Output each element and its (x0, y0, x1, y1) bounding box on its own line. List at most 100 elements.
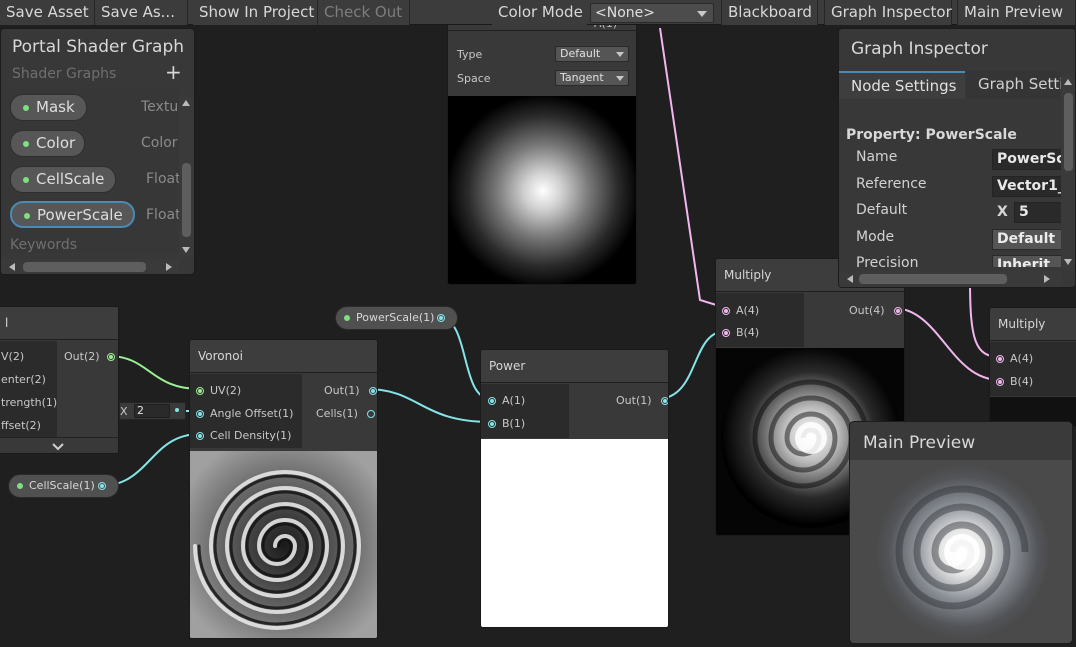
main-preview-header: Main Preview (850, 422, 1072, 460)
scroll-thumb[interactable] (182, 163, 191, 237)
left-node-expand-button[interactable] (0, 437, 118, 453)
powerscale-property-node[interactable]: PowerScale(1) (335, 306, 458, 330)
wire-left-to-voronoi-uv (107, 355, 201, 390)
angle-offset-value[interactable]: 2 (134, 404, 170, 418)
main-preview-toggle[interactable]: Main Preview (957, 0, 1076, 25)
voronoi-title: Voronoi (190, 340, 377, 373)
default-axis-label: X (997, 204, 1008, 220)
wire-multiply-to-multiply2 (892, 307, 1001, 381)
scroll-right-icon[interactable] (1044, 275, 1050, 283)
port-dot-icon[interactable] (894, 307, 903, 315)
port-dot-icon[interactable] (437, 314, 445, 322)
scroll-up-icon[interactable] (182, 100, 190, 106)
precision-dropdown[interactable]: Inherit (992, 255, 1061, 267)
property-color[interactable]: Color (10, 130, 85, 157)
cellscale-property-node[interactable]: CellScale(1) (8, 474, 119, 498)
reference-field[interactable]: Vector1_ (992, 176, 1061, 197)
power-preview (481, 439, 668, 627)
type-label: Type (457, 48, 483, 61)
exposed-dot-icon (23, 140, 29, 147)
multiply-2-input-a-label: A(4) (1010, 352, 1034, 365)
scroll-down-icon[interactable] (182, 247, 190, 253)
name-field[interactable]: PowerSc (992, 149, 1061, 170)
scroll-left-icon[interactable] (9, 263, 15, 271)
space-label: Space (457, 72, 491, 85)
angle-offset-inline-input[interactable]: X 2 (119, 402, 186, 420)
port-dot-icon[interactable] (369, 387, 377, 395)
tiling-offset-node[interactable]: l V(2) enter(2) trength(1) ffset(2) Out(… (0, 306, 119, 454)
chevron-down-icon (51, 443, 64, 451)
scroll-thumb[interactable] (859, 274, 1007, 284)
port-dot-icon[interactable] (722, 329, 730, 337)
scroll-left-icon[interactable] (847, 275, 853, 283)
space-dropdown[interactable]: Tangent (555, 70, 629, 86)
voronoi-output-cells-label: Cells(1) (316, 407, 358, 420)
port-dot-icon[interactable] (196, 387, 204, 395)
inspector-horizontal-scrollbar[interactable] (839, 271, 1061, 287)
color-mode-label: Color Mode (492, 0, 587, 25)
plus-icon[interactable]: + (165, 60, 182, 84)
port-dot-icon[interactable] (661, 397, 668, 405)
default-value-field[interactable]: 5 (1014, 202, 1061, 223)
property-cellscale[interactable]: CellScale (10, 166, 116, 193)
normal-texture-node[interactable]: A(1) Type Default Space Tangent (447, 0, 637, 285)
port-dot-icon[interactable] (107, 353, 116, 361)
shader-graph-window: Save Asset Save As... Show In Project Ch… (0, 0, 1076, 647)
blackboard-horizontal-scrollbar[interactable] (1, 259, 179, 274)
port-dot-icon[interactable] (488, 420, 496, 428)
voronoi-input-density: Cell Density(1) (196, 429, 291, 443)
port-dot-icon[interactable] (196, 410, 204, 418)
property-powerscale[interactable]: PowerScale (10, 201, 135, 228)
power-input-a: A(1) (488, 394, 525, 408)
power-output: Out(1) (616, 394, 668, 408)
scroll-right-icon[interactable] (166, 263, 172, 271)
property-mask[interactable]: Mask (10, 94, 87, 121)
tab-graph-settings[interactable]: Graph Setti (966, 71, 1061, 99)
scroll-thumb[interactable] (1064, 93, 1073, 171)
multiply-2-input-b-label: B(4) (1010, 375, 1034, 388)
name-label: Name (856, 149, 898, 165)
reference-label: Reference (856, 176, 927, 192)
voronoi-input-angle-label: Angle Offset(1) (210, 407, 294, 420)
scroll-down-icon[interactable] (1064, 259, 1072, 265)
port-dot-icon[interactable] (98, 482, 106, 490)
save-as-button[interactable]: Save As... (95, 0, 188, 25)
check-out-button[interactable]: Check Out (318, 0, 410, 25)
blackboard-subtitle: Shader Graphs (12, 66, 117, 82)
port-dot-icon[interactable] (196, 432, 204, 440)
multiply-2-input-a: A(4) (996, 352, 1033, 366)
scroll-thumb[interactable] (23, 262, 146, 272)
graph-inspector-toggle[interactable]: Graph Inspector (824, 0, 952, 25)
show-in-project-button[interactable]: Show In Project (193, 0, 318, 25)
main-preview-viewport[interactable] (850, 460, 1072, 643)
type-dropdown[interactable]: Default (555, 46, 629, 62)
color-mode-dropdown[interactable]: <None> (590, 3, 714, 23)
tab-node-settings[interactable]: Node Settings (839, 71, 965, 99)
preview-sphere-image (872, 464, 1048, 640)
toolbar: Save Asset Save As... Show In Project Ch… (0, 0, 1076, 25)
dropdown-arrow-icon (697, 11, 707, 17)
voronoi-preview (190, 451, 377, 638)
voronoi-input-angle: Angle Offset(1) (196, 407, 293, 421)
port-dot-icon[interactable] (722, 307, 730, 315)
property-color-type: Color (141, 135, 178, 151)
port-dot-icon[interactable] (996, 378, 1004, 386)
cellscale-pill-label: CellScale(1) (29, 479, 95, 492)
save-asset-button[interactable]: Save Asset (0, 0, 95, 25)
texture-preview (448, 96, 636, 284)
blackboard-panel: Portal Shader Graph Shader Graphs + Mask… (0, 28, 195, 275)
blackboard-vertical-scrollbar[interactable] (179, 97, 194, 257)
power-input-b-label: B(1) (502, 417, 526, 430)
mode-dropdown[interactable]: Default (992, 229, 1061, 250)
port-dot-icon[interactable] (488, 397, 496, 405)
port-dot-icon[interactable] (367, 410, 376, 418)
port-dot-icon[interactable] (996, 355, 1004, 363)
power-node[interactable]: Power A(1) B(1) Out(1) (480, 349, 669, 628)
inspector-vertical-scrollbar[interactable] (1061, 75, 1075, 269)
voronoi-node[interactable]: Voronoi UV(2) Angle Offset(1) Cell Densi… (189, 339, 378, 639)
left-node-input-3: ffset(2) (1, 419, 41, 432)
scroll-up-icon[interactable] (1064, 79, 1072, 85)
blackboard-toggle[interactable]: Blackboard (721, 0, 818, 25)
main-preview-panel: Main Preview (849, 421, 1073, 644)
multiply-node-2[interactable]: Multiply A(4) B(4) (989, 307, 1076, 427)
